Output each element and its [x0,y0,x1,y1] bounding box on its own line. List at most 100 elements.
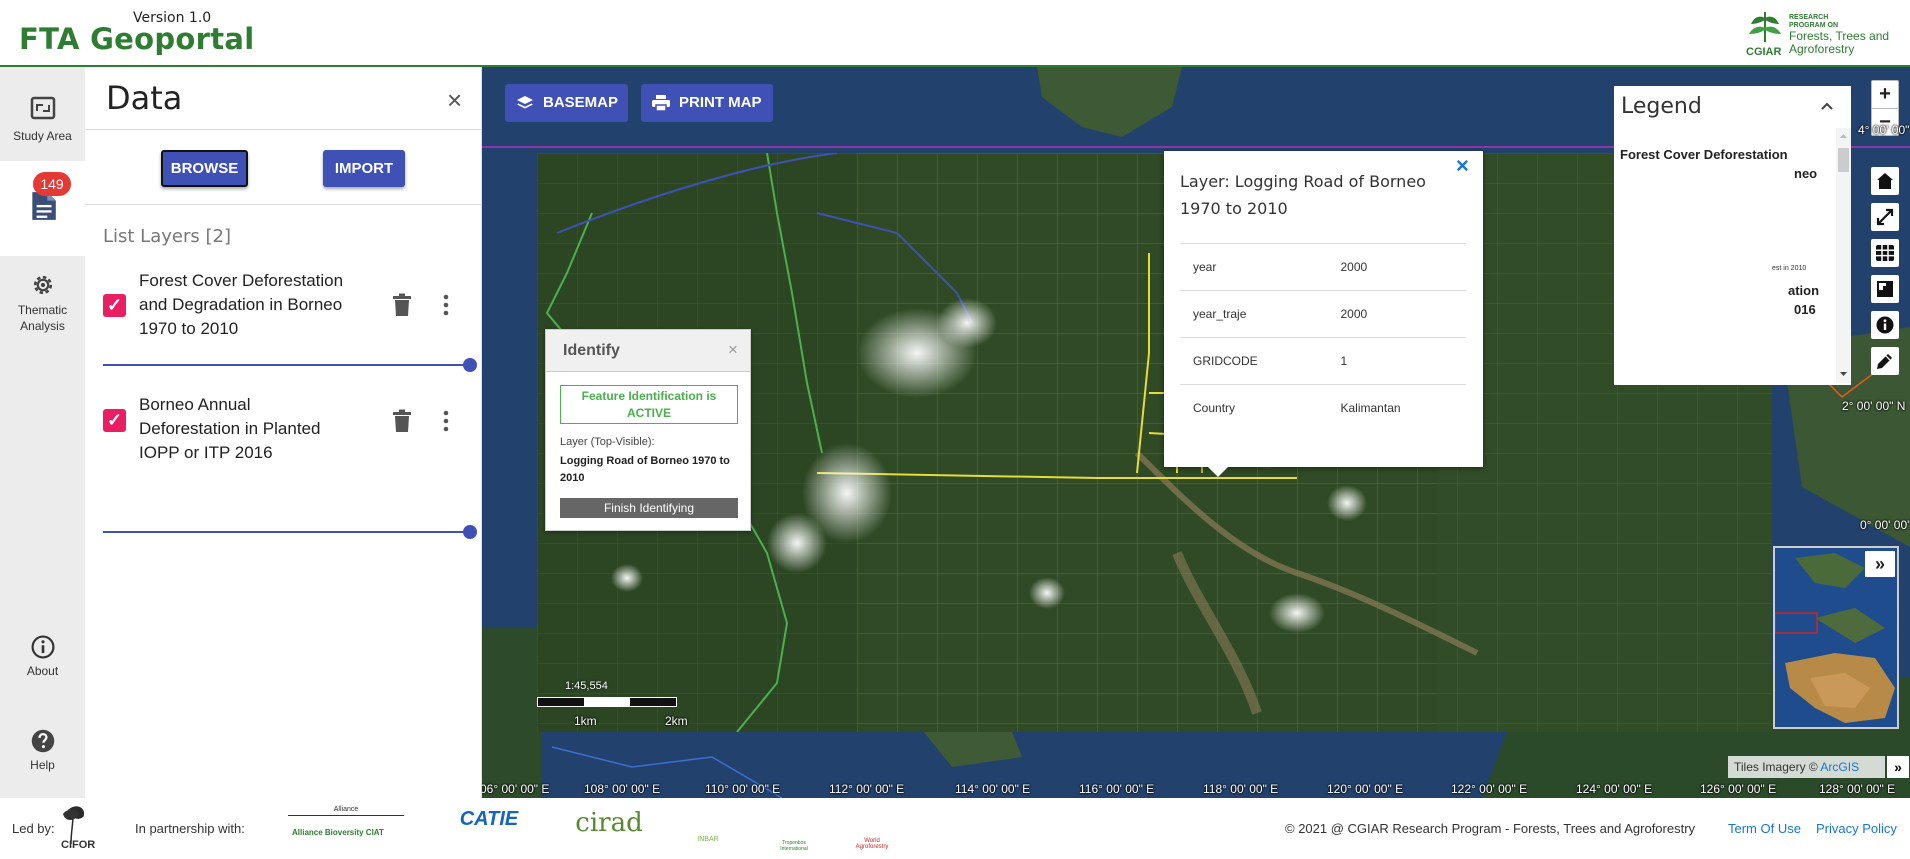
footer: Led by: CIFOR In partnership with: Allia… [0,798,1910,859]
privacy-link[interactable]: Privacy Policy [1816,821,1897,836]
divider [85,204,481,205]
rail-item-about[interactable]: About [0,634,85,694]
legend-text-fragment: 016 [1794,302,1816,317]
layer-item: ✓ Borneo Annual Deforestation in Planted… [85,393,481,539]
alliance-logo-mark: Alliance [288,806,404,816]
lon-label: 124° 00' 00" E [1576,782,1653,796]
basemap-button[interactable]: BASEMAP [505,84,628,122]
legend-panel: Legend Forest Cover Deforestation neo es… [1614,86,1851,385]
notification-badge: 149 [33,172,71,196]
rail-item-thematic-analysis[interactable]: Thematic Analysis [0,272,85,352]
partner-logo-inbar[interactable]: INBAR [682,806,734,850]
browse-button[interactable]: BROWSE [161,150,248,187]
trash-icon[interactable] [391,293,413,317]
fullscreen-button[interactable] [1871,203,1899,231]
measure-icon [1877,281,1893,297]
cgiar-fta-logo[interactable]: CGIAR RESEARCH PROGRAM ON Forests, Trees… [1745,8,1905,60]
legend-text-fragment: est in 2010 [1772,265,1807,272]
lon-label: 112° 00' 00" E [829,782,905,796]
logo-line-small-1: RESEARCH [1789,14,1829,21]
more-vertical-icon[interactable] [441,293,451,317]
partner-logo-cirad[interactable]: cirad [573,806,645,850]
panel-title: Data [106,79,183,117]
cgiar-leaf-icon [1749,12,1781,43]
partner-logo-world-agroforestry[interactable]: World Agroforestry [852,806,892,850]
scale-segment [584,698,630,706]
help-icon [31,729,54,753]
map-view[interactable]: BASEMAP PRINT MAP Identify × Feature Ide… [482,67,1910,798]
rail-item-help[interactable]: Help [0,728,85,788]
legend-layer-title: Forest Cover Deforestation [1620,147,1788,162]
partner-logo-catie[interactable]: CATIE [445,806,533,850]
basemap-label: BASEMAP [543,94,619,111]
panel-close-button[interactable]: × [447,85,462,116]
attr-key: GRIDCODE [1193,354,1258,368]
import-button[interactable]: IMPORT [323,150,405,187]
zoom-in-button[interactable]: + [1872,81,1898,108]
scroll-down-icon[interactable] [1836,368,1851,380]
scale-bar-graphic [537,697,677,707]
legend-title: Legend [1621,94,1702,119]
chevron-up-icon[interactable] [1819,98,1835,114]
home-button[interactable] [1871,167,1899,195]
layer-item: ✓ Forest Cover Deforestation and Degrada… [85,269,481,379]
overview-toggle-button[interactable]: » [1865,551,1895,577]
data-panel: Data × BROWSE IMPORT List Layers [2] ✓ F… [85,67,482,798]
rail-item-study-area[interactable]: Study Area [0,81,85,161]
layers-icon [517,96,533,109]
printer-icon [652,95,670,111]
table-row: Country Kalimantan [1180,384,1466,432]
cifor-wordmark: CIFOR [61,839,96,851]
attribution-toggle-button[interactable]: » [1887,756,1909,778]
partner-logo-tropenbos[interactable]: Tropenbos International [770,806,818,852]
slider-handle[interactable] [463,525,477,539]
map-frame-icon [30,96,55,120]
measure-button[interactable] [1871,275,1899,303]
lon-label: 122° 00' 00" E [1451,782,1528,796]
print-map-label: PRINT MAP [679,94,762,111]
app-title[interactable]: FTA Geoportal [19,22,255,56]
partner-name: Alliance Bioversity CIAT [292,828,384,837]
scroll-thumb[interactable] [1838,148,1849,172]
legend-scrollbar[interactable] [1836,128,1851,383]
identify-title: Identify [563,342,620,359]
gear-icon [33,275,52,295]
rail-label-study-area: Study Area [13,129,72,143]
cgiar-wordmark: CGIAR [1746,46,1782,58]
identify-close-button[interactable]: × [728,340,738,360]
layer-opacity-slider[interactable] [103,358,477,372]
slider-handle[interactable] [463,358,477,372]
layer-name: Forest Cover Deforestation and Degradati… [139,271,344,338]
pencil-icon [1877,354,1892,369]
layer-visibility-checkbox[interactable]: ✓ [103,294,126,317]
finish-identifying-button[interactable]: Finish Identifying [560,498,738,518]
lon-label: 118° 00' 00" E [1203,782,1279,796]
header: Version 1.0 FTA Geoportal CGIAR RESEARCH… [0,0,1910,67]
identify-header: Identify × [546,330,750,372]
draw-button[interactable] [1871,347,1899,375]
lon-label: 120° 00' 00" E [1327,782,1404,796]
terms-link[interactable]: Term Of Use [1728,821,1801,836]
home-icon [1877,173,1893,189]
lon-label: 06° 00' 00" E [482,782,550,796]
attr-value: Kalimantan [1340,401,1401,416]
identify-layer-label: Layer (Top-Visible): [560,436,655,448]
feature-popup: × Layer: Logging Road of Borneo 1970 to … [1164,151,1483,477]
more-vertical-icon[interactable] [441,409,451,433]
lon-label: 126° 00' 00" E [1700,782,1777,796]
fullscreen-icon [1876,208,1894,226]
arcgis-link[interactable]: ArcGIS [1820,760,1859,774]
layer-visibility-checkbox[interactable]: ✓ [103,409,126,432]
cifor-logo[interactable]: CIFOR [57,802,115,854]
print-map-button[interactable]: PRINT MAP [641,84,773,122]
info-button[interactable] [1871,311,1899,339]
partner-logo-alliance[interactable]: Alliance Alliance Bioversity CIAT [288,806,404,850]
graticule-button[interactable] [1871,239,1899,267]
map-tools [1868,167,1902,387]
fta-logo-text: RESEARCH PROGRAM ON Forests, Trees and A… [1789,14,1889,56]
trash-icon[interactable] [391,409,413,433]
partnership-label: In partnership with: [135,821,245,836]
scroll-up-icon[interactable] [1836,130,1851,142]
layer-opacity-slider[interactable] [103,525,477,539]
popup-title: Layer: Logging Road of Borneo 1970 to 20… [1180,172,1426,218]
